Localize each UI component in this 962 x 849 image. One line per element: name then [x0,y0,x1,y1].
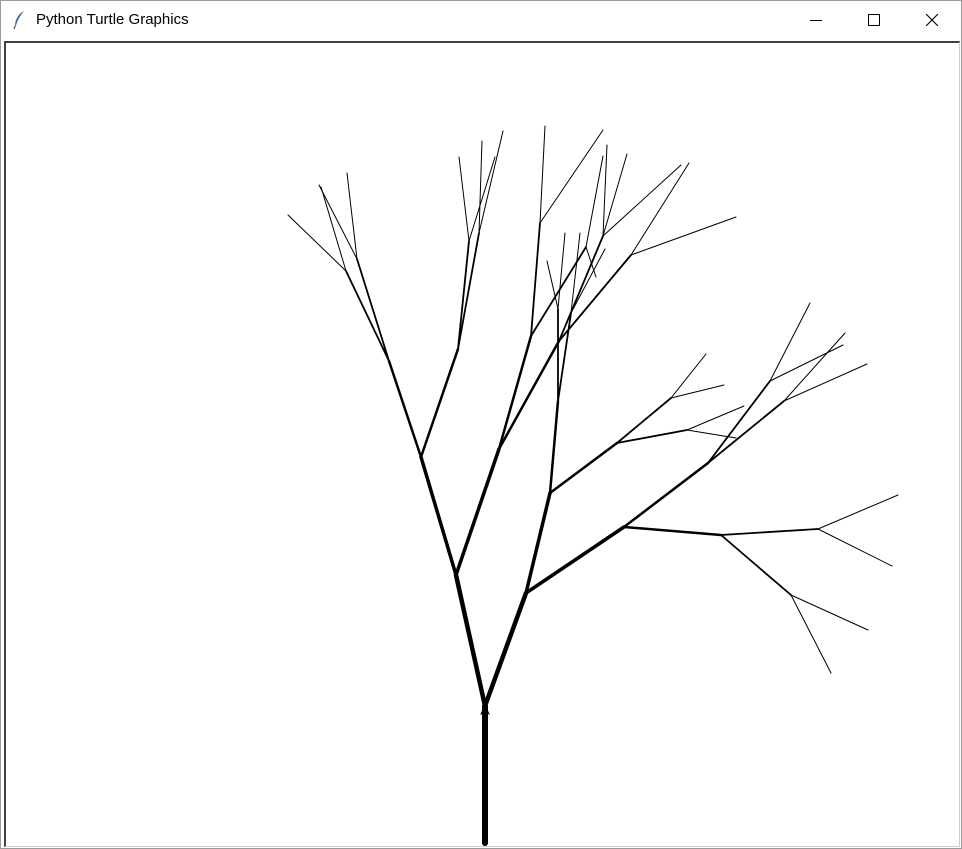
close-button[interactable] [903,1,961,39]
tree-branch [622,525,723,537]
tree-branch [817,494,899,530]
tree-branch [602,164,682,237]
tree-branch [783,363,868,402]
tree-branch [670,384,725,399]
tree-branch [570,248,606,314]
tree-branch [616,429,688,444]
tree-branch [817,528,893,567]
tree-branch [616,397,672,444]
tree-branch [419,455,458,577]
tree-branch [769,302,811,382]
minimize-button[interactable] [787,1,845,39]
tree-branch [458,156,470,242]
tree-branch [720,534,792,596]
tree-branch [557,232,566,310]
tree-branch [548,441,619,495]
tree-branch [630,162,690,256]
tree-branch [497,339,561,451]
tree-branch [707,400,785,464]
tree-branch [387,359,423,459]
tree-branch [602,144,608,237]
tree-branch [356,258,390,362]
tree-branch [585,155,604,248]
tree-branch [453,572,488,709]
tree-branch [707,380,771,464]
tree-branch [548,399,560,495]
tree-branch [468,156,496,242]
tree-branch [530,222,541,337]
tree-branch [630,216,737,256]
window-title: Python Turtle Graphics [36,11,189,28]
tree-branch [419,347,460,459]
tree-branch [497,334,533,451]
minimize-icon [810,20,822,21]
tree-branch [558,235,604,342]
tree-branch [790,594,832,674]
tree-branch [482,590,529,709]
tree-branch [318,184,358,260]
tree-branch [790,594,869,631]
tree-branch [346,172,358,260]
tree-branch [602,153,628,237]
tree-branch [670,353,707,399]
turtle-window: Python Turtle Graphics [0,0,962,849]
tree-branch [783,332,846,402]
maximize-button[interactable] [845,1,903,39]
tree-branch [478,130,504,234]
tree-branch [345,270,390,362]
title-bar[interactable]: Python Turtle Graphics [1,1,961,39]
feather-icon [12,10,26,30]
maximize-icon [868,14,880,26]
tree-branch [454,447,501,577]
close-icon [926,14,938,26]
tree-branch [720,528,819,536]
turtle-canvas[interactable] [4,41,960,847]
tree-branch [478,140,483,234]
tree-branch [622,461,710,529]
fractal-tree-drawing [287,125,899,846]
tree-branch [539,125,546,224]
